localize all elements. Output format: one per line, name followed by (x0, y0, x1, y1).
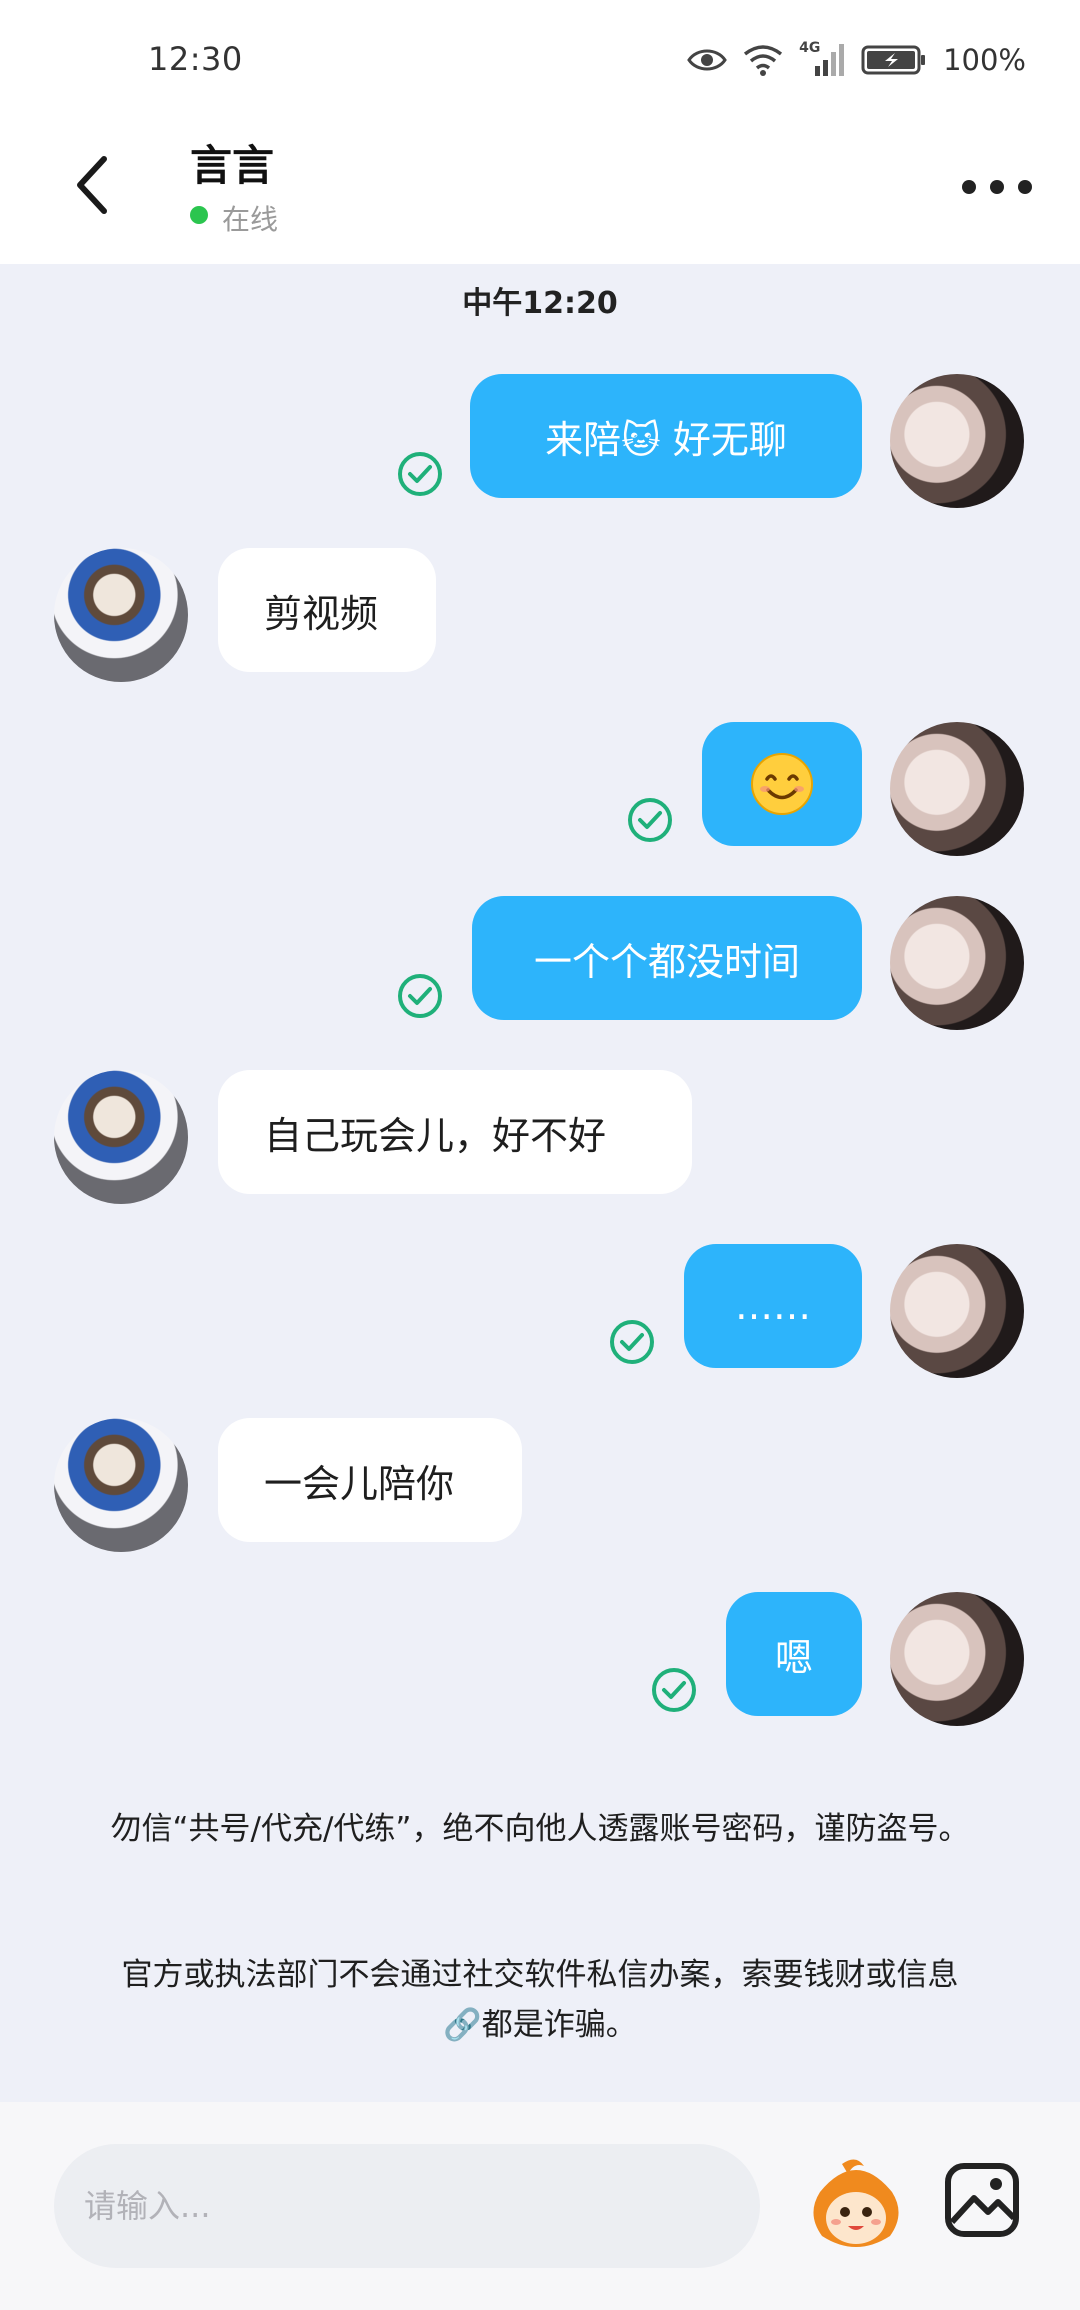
more-dot-icon (1018, 180, 1032, 194)
contact-avatar[interactable] (54, 1418, 188, 1552)
chat-header: 言言 在线 (0, 120, 1080, 264)
more-dot-icon (990, 180, 1004, 194)
message-text: …… (735, 1284, 811, 1328)
message-text: 嗯 (774, 1635, 813, 1680)
read-check-icon (608, 1318, 656, 1366)
message-text: 一个个都没时间 (533, 939, 800, 984)
online-status-dot (190, 206, 208, 224)
contact-message-bubble[interactable]: 一会儿陪你 (218, 1418, 522, 1542)
back-button[interactable] (62, 150, 122, 220)
chevron-left-icon (77, 156, 107, 214)
my-avatar[interactable] (890, 722, 1024, 856)
cellular-signal-icon: 4G (799, 40, 845, 78)
eye-icon (687, 49, 727, 71)
contact-message-bubble[interactable]: 剪视频 (218, 548, 436, 672)
my-message-bubble[interactable]: 一个个都没时间 (472, 896, 862, 1020)
safety-notice-1: 勿信“共号/代充/代练”，绝不向他人透露账号密码，谨防盗号。 (110, 1811, 970, 1847)
read-check-icon (396, 972, 444, 1020)
image-icon (945, 2163, 1019, 2237)
safety-notice-2: 官方或执法部门不会通过社交软件私信办案，索要钱财或信息🔗都是诈骗。 (121, 1957, 959, 2043)
my-avatar[interactable] (890, 1592, 1024, 1726)
my-message-bubble[interactable]: …… (684, 1244, 862, 1368)
more-dot-icon (962, 180, 976, 194)
sticker-mascot-button[interactable] (802, 2152, 910, 2260)
my-avatar[interactable] (890, 896, 1024, 1030)
contact-avatar[interactable] (54, 1070, 188, 1204)
read-check-icon (626, 796, 674, 844)
status-icons: 4G 100% (687, 38, 1026, 82)
status-bar: 12:30 4G 100% (0, 0, 1080, 120)
my-avatar[interactable] (890, 374, 1024, 508)
read-check-icon (396, 450, 444, 498)
message-input[interactable] (54, 2144, 760, 2268)
my-message-bubble[interactable]: 嗯 (726, 1592, 862, 1716)
online-status-text: 在线 (222, 203, 279, 236)
contact-avatar[interactable] (54, 548, 188, 682)
more-options-button[interactable] (962, 172, 1032, 202)
mascot-face-icon (813, 2159, 899, 2247)
smiling-face-emoji-icon (751, 753, 813, 815)
message-text: 一会儿陪你 (264, 1461, 455, 1506)
message-text: 来陪🐱 好无聊 (545, 417, 787, 462)
my-message-bubble[interactable] (702, 722, 862, 846)
battery-percentage: 100% (943, 43, 1026, 77)
message-text: 剪视频 (264, 591, 379, 636)
contact-message-bubble[interactable]: 自己玩会儿，好不好 (218, 1070, 692, 1194)
battery-icon (861, 45, 926, 75)
message-text: 自己玩会儿，好不好 (264, 1113, 607, 1158)
contact-name[interactable]: 言言 (190, 132, 274, 193)
input-bar (0, 2102, 1080, 2310)
wifi-icon (744, 45, 783, 76)
my-message-bubble[interactable]: 来陪🐱 好无聊 (470, 374, 862, 498)
status-time: 12:30 (148, 40, 243, 78)
message-timestamp: 中午12:20 (462, 286, 618, 321)
read-check-icon (650, 1666, 698, 1714)
my-avatar[interactable] (890, 1244, 1024, 1378)
image-picker-button[interactable] (944, 2162, 1020, 2238)
top-area: 12:30 4G 100% 言言 在线 (0, 0, 1080, 264)
